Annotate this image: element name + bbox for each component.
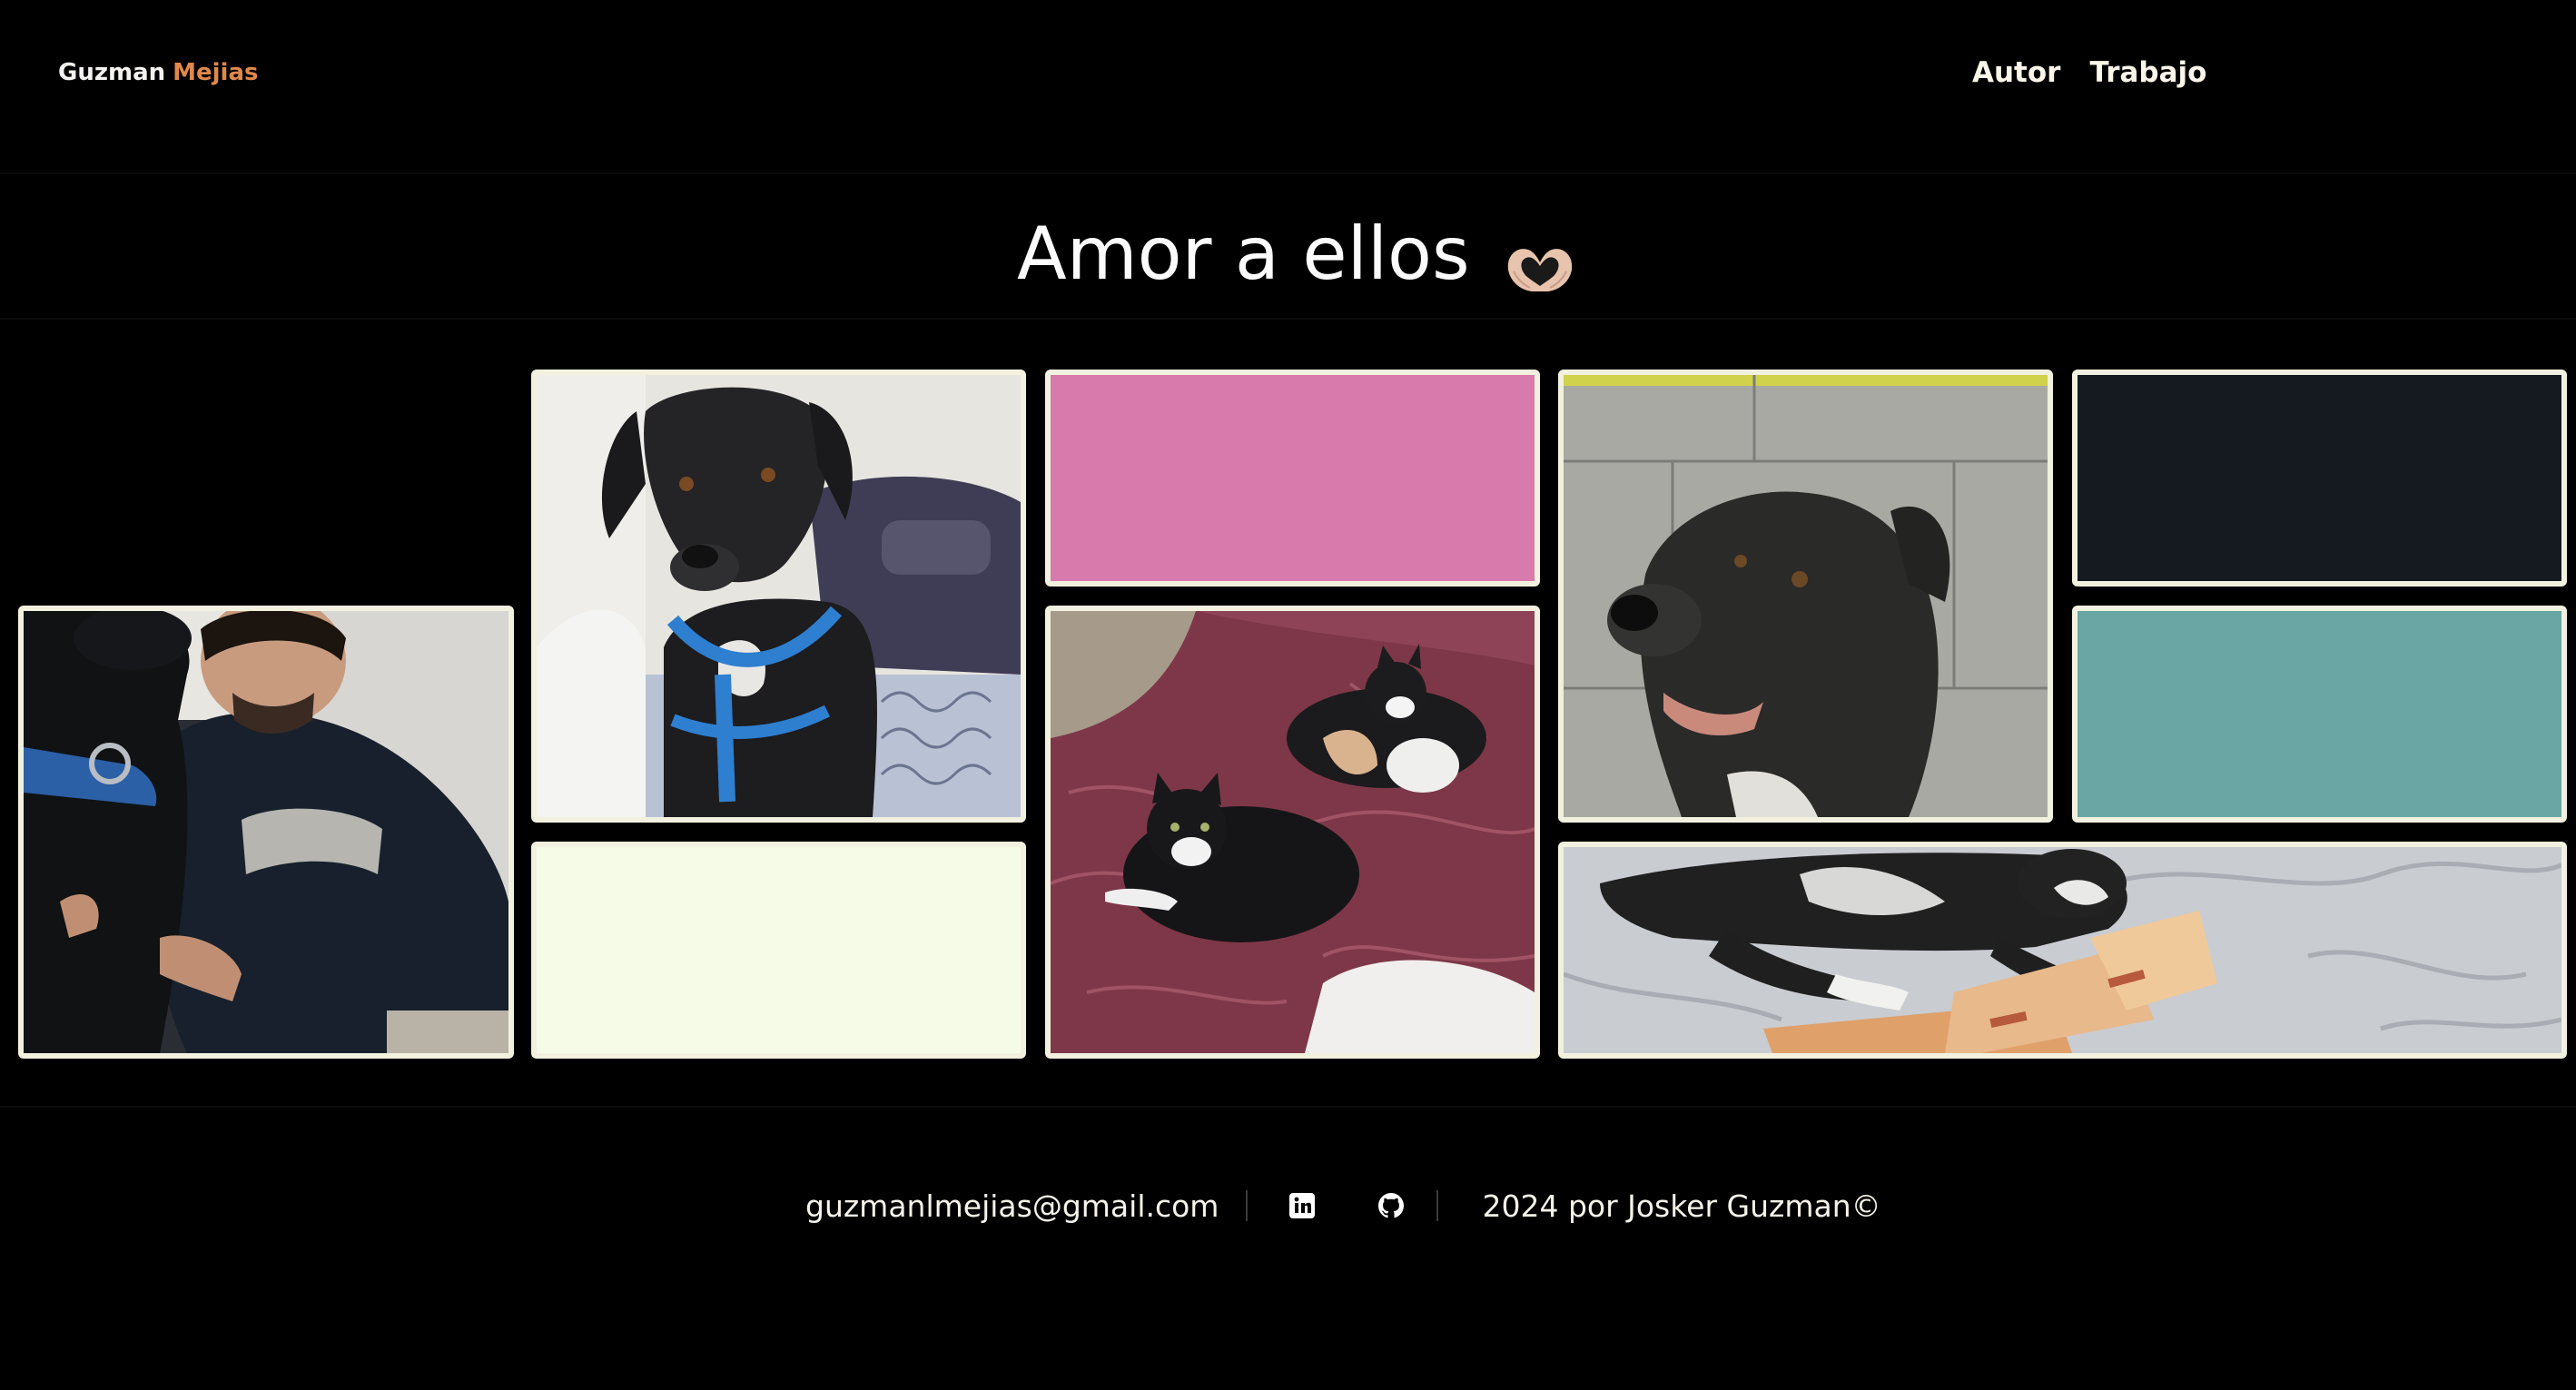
linkedin-icon[interactable] [1288, 1191, 1317, 1220]
github-icon[interactable] [1377, 1191, 1406, 1220]
gallery-color-tile-cream [531, 842, 1026, 1059]
heart-hands-icon [1503, 225, 1577, 291]
site-header: Guzman Mejias Autor Trabajo [0, 0, 2576, 174]
footer-row: guzmanlmejias@gmail.com 2024 por Josker … [805, 1177, 1881, 1235]
page-title-text: Amor a ellos [1017, 212, 1470, 296]
gallery-photo-two-kittens[interactable] [1045, 606, 1540, 1059]
gallery-photo-cat-with-banknotes[interactable] [1558, 842, 2567, 1059]
brand-first-name: Guzman [58, 59, 166, 86]
site-footer: guzmanlmejias@gmail.com 2024 por Josker … [0, 1106, 2576, 1390]
gallery-color-tile-teal [2072, 606, 2567, 823]
main-nav: Autor Trabajo [1972, 54, 2206, 91]
page: Guzman Mejias Autor Trabajo Amor a ellos [0, 0, 2576, 1390]
nav-link-autor[interactable]: Autor [1972, 54, 2060, 91]
footer-copyright: 2024 por Josker Guzman© [1482, 1188, 1881, 1224]
brand-logo[interactable]: Guzman Mejias [58, 56, 259, 89]
gallery-photo-person-hugging-dog[interactable] [18, 606, 514, 1059]
gallery-color-tile-navy [2072, 370, 2567, 587]
brand-last-name: Mejias [173, 59, 259, 86]
gallery-photo-dog-closeup[interactable] [1558, 370, 2053, 823]
footer-divider [1246, 1190, 1249, 1221]
page-title: Amor a ellos [1017, 209, 1577, 300]
footer-email-link[interactable]: guzmanlmejias@gmail.com [805, 1188, 1219, 1224]
gallery-color-tile-pink [1045, 370, 1540, 587]
footer-divider-2 [1436, 1190, 1439, 1221]
title-section: Amor a ellos [0, 174, 2576, 320]
gallery-photo-dog-blue-harness[interactable] [531, 370, 1026, 823]
nav-link-trabajo[interactable]: Trabajo [2089, 54, 2206, 91]
